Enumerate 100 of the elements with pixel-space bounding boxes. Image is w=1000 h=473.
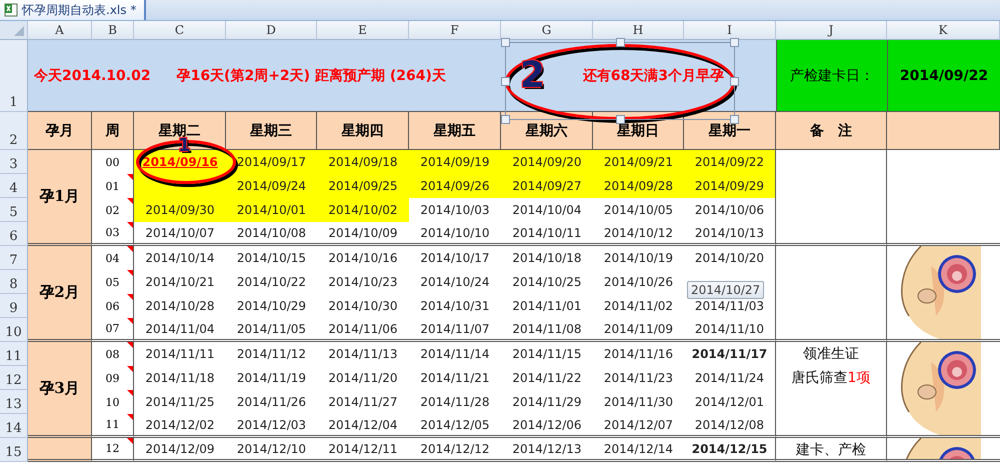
date-text: 2014/12/04 [328, 418, 398, 432]
column-header[interactable]: K [887, 21, 1000, 40]
month-label: 孕2月 [28, 246, 92, 342]
date-text: 2014/12/13 [512, 442, 582, 456]
date-text: 2014/09/20 [512, 155, 582, 169]
row-header[interactable]: 5 [0, 198, 28, 222]
column-header[interactable]: C [134, 21, 226, 40]
date-text: 2014/10/16 [328, 251, 398, 265]
note-text: 建卡、产检 [796, 441, 866, 460]
row-header[interactable]: 4 [0, 174, 28, 198]
countdown-text: 还有68天满3个月早孕 [582, 66, 724, 84]
date-text: 2014/11/23 [604, 371, 674, 385]
date-text: 2014/09/26 [420, 179, 490, 193]
column-title: 星期三 [226, 112, 317, 150]
date-text: 2014/10/03 [420, 203, 490, 217]
date-text: 2014/10/09 [328, 226, 398, 240]
column-header[interactable]: F [409, 21, 501, 40]
row-header[interactable]: 2 [0, 112, 28, 150]
comment-marker[interactable] [127, 438, 133, 444]
column-header[interactable]: B [92, 21, 134, 40]
note-text: 唐氏筛查1项 [792, 369, 870, 388]
date-text: 2014/10/21 [145, 275, 215, 289]
row-header[interactable]: 7 [0, 246, 28, 270]
week-number: 02 [106, 204, 120, 216]
column-title: 备 注 [776, 112, 887, 150]
date-text: 2014/11/22 [512, 371, 582, 385]
date-text: 2014/10/31 [420, 299, 490, 313]
column-title: 孕月 [28, 112, 92, 150]
date-text: 2014/11/21 [420, 371, 490, 385]
date-text: 2014/10/19 [604, 251, 674, 265]
date-text: 2014/10/24 [420, 275, 490, 289]
date-text: 2014/11/06 [328, 322, 398, 336]
week-number: 05 [106, 276, 120, 288]
date-text: 2014/10/22 [236, 275, 306, 289]
date-text: 2014/10/18 [512, 251, 582, 265]
row-header[interactable]: 9 [0, 294, 28, 318]
week-number: 00 [106, 156, 120, 168]
comment-marker[interactable] [127, 414, 133, 420]
column-header[interactable]: J [776, 21, 887, 40]
date-text: 2014/10/28 [145, 299, 215, 313]
date-text: 2014/11/10 [694, 322, 764, 336]
note-text: 领准生证 [803, 345, 859, 364]
date-text: 2014/10/15 [236, 251, 306, 265]
column-header[interactable]: H [593, 21, 684, 40]
date-text: 2014/12/05 [420, 418, 490, 432]
date-text: 2014/12/09 [145, 442, 215, 456]
comment-marker[interactable] [127, 294, 133, 300]
comment-marker[interactable] [127, 318, 133, 324]
column-header[interactable]: I [684, 21, 776, 40]
date-text: 2014/11/28 [420, 395, 490, 409]
column-title: 周 [92, 112, 134, 150]
column-header[interactable]: E [317, 21, 409, 40]
column-header[interactable]: A [28, 21, 92, 40]
tooltip: 2014/10/27 [687, 281, 764, 299]
date-text: 2014/10/17 [420, 251, 490, 265]
date-text: 2014/10/01 [236, 203, 306, 217]
comment-marker[interactable] [127, 390, 133, 396]
column-title: 星期五 [409, 112, 501, 150]
date-text: 2014/10/10 [420, 226, 490, 240]
week-number: 09 [106, 372, 120, 384]
week-number: 07 [106, 322, 120, 335]
row-header[interactable]: 3 [0, 150, 28, 174]
row-header[interactable]: 14 [0, 414, 28, 438]
card-date: 2014/09/22 [887, 40, 1000, 112]
row-header[interactable]: 1 [0, 40, 28, 112]
row-header[interactable]: 15 [0, 438, 28, 462]
date-text: 2014/09/29 [694, 179, 764, 193]
date-text: 2014/10/30 [328, 299, 398, 313]
week-number: 03 [106, 226, 120, 239]
date-text: 2014/09/27 [512, 179, 582, 193]
date-text: 2014/11/27 [328, 395, 398, 409]
annotation-number: 2 [520, 58, 546, 94]
date-text: 2014/10/13 [694, 226, 764, 240]
date-text: 2014/09/25 [328, 179, 398, 193]
comment-marker[interactable] [127, 246, 133, 252]
row-header[interactable]: 12 [0, 366, 28, 390]
row-header[interactable]: 11 [0, 342, 28, 366]
date-text: 2014/11/18 [145, 371, 215, 385]
row-header[interactable]: 6 [0, 222, 28, 246]
comment-marker[interactable] [127, 270, 133, 276]
comment-marker[interactable] [127, 222, 133, 228]
card-label: 产检建卡日： [776, 40, 887, 112]
row-header[interactable]: 13 [0, 390, 28, 414]
column-header[interactable]: D [226, 21, 317, 40]
column-title: 星期六 [501, 112, 593, 150]
comment-marker[interactable] [127, 342, 133, 348]
date-text: 2014/10/26 [604, 275, 674, 289]
file-tab[interactable]: 怀孕周期自动表.xls * [0, 0, 146, 20]
date-text: 2014/10/14 [145, 251, 215, 265]
date-text: 2014/10/29 [236, 299, 306, 313]
date-text: 2014/11/09 [604, 322, 674, 336]
comment-marker[interactable] [127, 366, 133, 372]
date-text: 2014/10/25 [512, 275, 582, 289]
row-header[interactable]: 8 [0, 270, 28, 294]
date-text: 2014/12/01 [694, 395, 764, 409]
row-header[interactable]: 10 [0, 318, 28, 342]
week-number: 08 [106, 348, 120, 360]
column-title: 星期一 [684, 112, 776, 150]
column-header[interactable]: G [501, 21, 593, 40]
week-number: 11 [106, 418, 120, 431]
